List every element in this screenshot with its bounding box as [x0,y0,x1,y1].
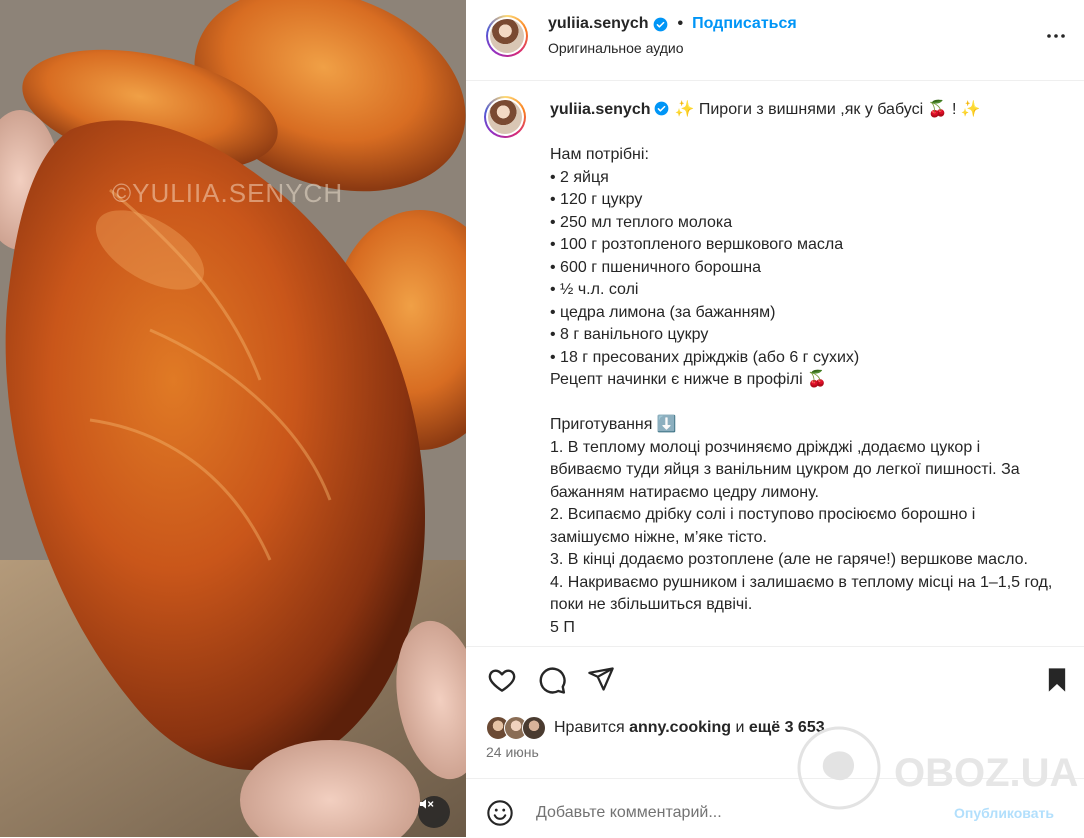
post-comment-button[interactable]: Опубликовать [954,805,1054,821]
post-media[interactable]: ©YULIIA.SENYCH [0,0,466,837]
likes-count[interactable]: ещё 3 653 [749,719,825,737]
liker-username[interactable]: anny.cooking [629,719,731,737]
mute-button[interactable] [418,796,450,828]
liker-avatars[interactable] [486,716,548,740]
post-panel: yuliia.senych • Подписаться Оригинальное… [466,0,1084,837]
comment-icon [539,667,566,694]
comment-button[interactable] [537,665,567,695]
post-header: yuliia.senych • Подписаться Оригинальное… [466,0,1084,81]
caption-avatar[interactable] [484,96,526,138]
emoji-button[interactable] [486,799,514,832]
verified-icon [653,17,668,32]
speaker-muted-icon [420,799,434,809]
author-username[interactable]: yuliia.senych [548,15,649,33]
author-avatar[interactable] [486,15,528,57]
heart-icon [488,669,516,692]
likes-prefix: Нравится [554,719,625,736]
share-button[interactable] [587,665,617,695]
like-button[interactable] [487,665,517,695]
comment-input[interactable]: Добавьте комментарий... [536,804,722,822]
media-image [0,0,466,837]
follow-button[interactable]: Подписаться [692,15,797,33]
action-bar [466,646,1084,707]
likes-row: Нравится anny.cooking и ещё 3 653 [486,715,825,741]
author-row: yuliia.senych • Подписаться [548,15,797,33]
bookmark-icon [1048,668,1066,692]
original-audio-link[interactable]: Оригинальное аудио [548,40,684,56]
send-icon [588,667,614,691]
comment-bar: Добавьте комментарий... Опубликовать [466,778,1084,838]
more-horizontal-icon [1047,34,1065,38]
likes-middle: и [735,719,745,736]
header-separator: • [677,15,684,32]
more-options-button[interactable] [1044,24,1068,53]
emoji-icon [487,800,513,826]
caption-scroll-area[interactable]: yuliia.senych ✨ Пироги з вишнями ,як у ба… [466,81,1084,645]
caption-username[interactable]: yuliia.senych [550,101,651,118]
save-button[interactable] [1043,665,1073,695]
caption: yuliia.senych ✨ Пироги з вишнями ,як у ба… [550,99,1055,639]
media-watermark: ©YULIIA.SENYCH [112,178,344,208]
caption-body: ✨ Пироги з вишнями ,як у бабусі 🍒 ! ✨ На… [550,101,1053,636]
verified-icon [654,101,669,116]
liker-avatar [522,716,546,740]
post-date[interactable]: 24 июнь [486,744,539,760]
